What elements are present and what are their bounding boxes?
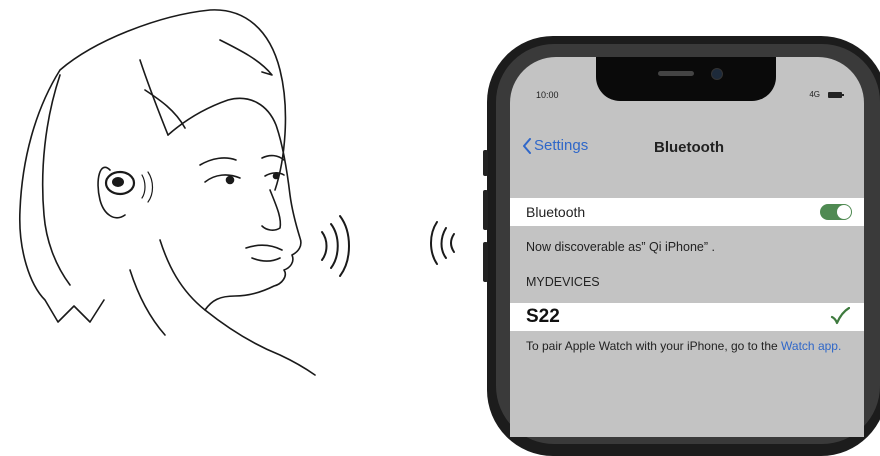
neck (129, 269, 166, 336)
watch-app-link[interactable]: Watch app. (781, 339, 841, 353)
sound-wave-icon (147, 171, 154, 203)
front-camera (711, 68, 723, 80)
sound-wave-icon (321, 231, 328, 261)
checkmark-icon (830, 307, 850, 325)
eye (204, 174, 241, 183)
device-name: S22 (526, 306, 560, 327)
sound-wave-icon (450, 233, 455, 253)
sound-wave-icon (141, 174, 146, 199)
sound-wave-icon (430, 221, 438, 265)
status-network: 4G (809, 90, 820, 99)
mouth (245, 244, 283, 262)
speaker-grille (658, 71, 694, 76)
battery-icon (828, 92, 844, 98)
phone-side-button (483, 242, 488, 282)
hair-strand (144, 89, 186, 129)
sound-wave-icon (339, 215, 350, 277)
status-time: 10:00 (536, 90, 559, 100)
earbud-icon (112, 177, 124, 187)
hair-outline (19, 9, 287, 323)
hair-strand (219, 39, 273, 76)
eye-pupil (272, 172, 280, 180)
face-outline (167, 97, 302, 311)
person-with-earbud-illustration (19, 9, 455, 376)
sound-wave-icon (330, 223, 339, 269)
eye-pupil (225, 175, 235, 185)
pair-watch-hint: To pair Apple Watch with your iPhone, go… (526, 339, 856, 354)
phone-side-button (483, 150, 488, 176)
toggle-knob (837, 205, 851, 219)
eyebrow (199, 157, 237, 166)
bluetooth-label: Bluetooth (526, 204, 586, 220)
neck (159, 239, 316, 376)
discoverable-text: Now discoverable as” Qi iPhone” . (526, 240, 715, 254)
bluetooth-row: Bluetooth (510, 198, 864, 226)
eyebrow (261, 154, 285, 161)
phone-screen: 10:00 4G Settings Bluetooth Bluetooth No… (510, 57, 864, 437)
phone-side-button (483, 190, 488, 230)
hair-strand (41, 74, 71, 286)
bluetooth-toggle[interactable] (820, 204, 852, 220)
hair-strand (139, 59, 169, 136)
notch (596, 57, 776, 101)
page-title: Bluetooth (654, 139, 724, 156)
pair-hint-text: To pair Apple Watch with your iPhone, go… (526, 339, 782, 353)
sound-wave-icon (440, 227, 447, 259)
section-header-my-devices: MYDEVICES (526, 275, 600, 289)
device-row[interactable]: S22 (510, 303, 864, 331)
nose (261, 189, 282, 231)
